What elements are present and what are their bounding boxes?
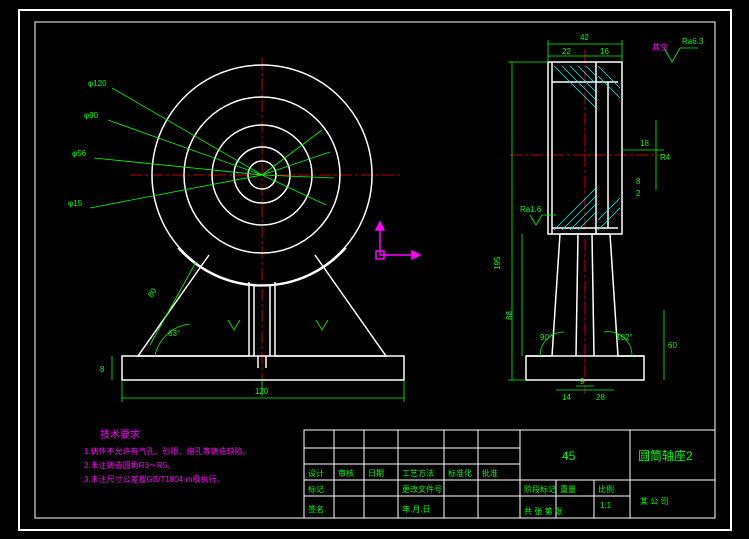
dim-a102: 102° [616,333,633,342]
dim-baseg9: 9 [580,377,585,386]
svg-text:重量: 重量 [560,484,576,494]
svg-text:设计: 设计 [308,468,324,478]
dim-rib: 80 [146,286,159,299]
svg-text:日期: 日期 [368,469,384,478]
dim-d2: φ90 [84,111,99,120]
svg-text:审核: 审核 [338,468,354,478]
tb-company: 某 公 司 [640,497,668,506]
dim-gd: 2 [636,189,641,198]
front-view: φ120 φ90 φ56 φ15 63° 80 8 120 [68,58,404,402]
svg-text:比例: 比例 [598,484,614,494]
svg-text:2.未注铸造圆角R3～R5。: 2.未注铸造圆角R3～R5。 [84,460,175,470]
svg-text:更改文件号: 更改文件号 [402,484,442,494]
dim-d3: φ56 [72,149,87,158]
svg-text:年.月.日: 年.月.日 [402,504,430,514]
svg-text:批准: 批准 [482,468,498,478]
dim-a90: 90° [540,333,552,342]
svg-text:工艺方法: 工艺方法 [402,468,434,478]
svg-text:标记: 标记 [308,484,324,494]
dim-ra16: Ra1.6 [520,205,542,214]
notes-block: 技术要求 1.铸件不允许有气孔、砂眼、缩孔等铸造缺陷。 2.未注铸造圆角R3～R… [84,428,251,484]
dim-d1: φ120 [88,79,107,88]
side-view: 42 22 16 18 R4 8 2 Ra1.6 195 88 60 90° 1… [493,33,677,402]
svg-text:共 张 第 张: 共 张 第 张 [524,506,563,516]
dim-angle-left: 63° [168,329,180,338]
dim-basew28: 28 [596,393,605,402]
general-ra: Ra6.3 其余 [652,37,704,62]
dim-d4: φ15 [68,199,83,208]
dim-groovepos: 18 [640,139,649,148]
hatch-section [554,66,620,230]
dim-tseg1: 22 [562,47,571,56]
dim-htotal: 195 [493,256,502,270]
dim-tseg2: 16 [600,47,609,56]
dim-gw: 8 [636,177,641,186]
dim-baset: 60 [668,341,677,350]
tb-partname: 圆筒轴座2 [638,448,693,463]
svg-text:3.未注尺寸公差按GB/T1804-m级执行。: 3.未注尺寸公差按GB/T1804-m级执行。 [84,474,224,484]
dim-hbody: 88 [505,311,514,320]
svg-text:1.铸件不允许有气孔、砂眼、缩孔等铸造缺陷。: 1.铸件不允许有气孔、砂眼、缩孔等铸造缺陷。 [84,446,251,456]
svg-text:技术要求: 技术要求 [100,428,140,441]
svg-text:其余: 其余 [652,42,668,52]
svg-text:签名: 签名 [308,504,324,514]
svg-text:阶段标记: 阶段标记 [524,484,556,494]
svg-text:标准化: 标准化 [448,468,472,478]
dim-baseh: 8 [100,365,105,374]
tb-material: 45 [562,449,576,463]
svg-text:Ra6.3: Ra6.3 [682,37,704,46]
dim-baseg14: 14 [562,393,571,402]
ucs-icon [376,222,420,259]
dim-topw: 42 [580,33,589,42]
tb-scale: 1:1 [600,501,612,510]
dim-r4: R4 [660,153,671,162]
title-block: 设计 审核 日期 工艺方法 标准化 批准 标记 更改文件号 签名 年.月.日 4… [304,430,715,518]
